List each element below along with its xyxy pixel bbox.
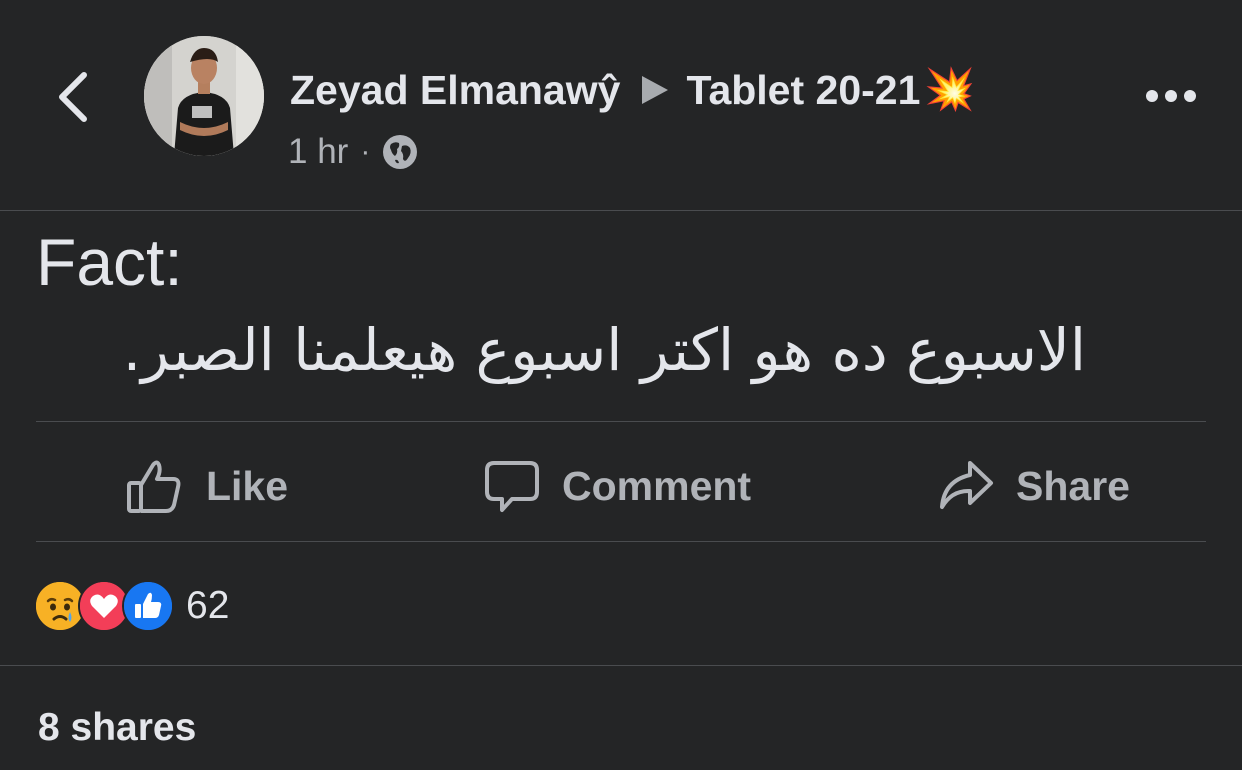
profile-photo <box>144 36 264 156</box>
like-label: Like <box>206 462 289 509</box>
post-meta: 1 hr · <box>288 128 418 176</box>
post-text-line-1: Fact: <box>36 225 183 299</box>
share-button[interactable]: Share <box>938 446 1130 526</box>
like-reaction-icon <box>122 580 174 632</box>
collision-emoji: 💥 <box>924 66 976 112</box>
avatar[interactable] <box>144 36 264 156</box>
shares-count[interactable]: 8 shares <box>38 702 196 754</box>
comment-bubble-icon <box>484 458 540 514</box>
chevron-left-icon <box>59 72 87 122</box>
more-horizontal-icon <box>1146 90 1196 102</box>
post-title: Zeyad Elmanawŷ Tablet 20-21 💥 <box>290 62 975 118</box>
author-name[interactable]: Zeyad Elmanawŷ <box>290 67 620 114</box>
actions-divider <box>36 541 1206 542</box>
thumbs-up-icon <box>126 457 184 515</box>
share-label: Share <box>1016 462 1130 509</box>
arrow-right-icon <box>642 76 669 104</box>
header-divider <box>0 210 1242 211</box>
more-options-button[interactable] <box>1138 74 1204 118</box>
post-time[interactable]: 1 hr <box>288 132 348 172</box>
comment-label: Comment <box>562 462 752 509</box>
comment-button[interactable]: Comment <box>484 446 751 526</box>
like-button[interactable]: Like <box>126 446 288 526</box>
back-button[interactable] <box>44 62 104 132</box>
group-name[interactable]: Tablet 20-21 <box>686 67 920 114</box>
share-arrow-icon <box>938 459 994 513</box>
reactions-summary[interactable]: 62 <box>34 578 229 634</box>
reaction-count: 62 <box>186 584 230 627</box>
meta-separator: · <box>360 135 371 168</box>
reactions-divider <box>0 665 1242 666</box>
post-divider <box>36 421 1206 422</box>
post-text-line-2: الاسبوع ده هو اكتر اسبوع هيعلمنا الصبر. <box>122 316 1086 384</box>
globe-icon[interactable] <box>382 134 418 170</box>
